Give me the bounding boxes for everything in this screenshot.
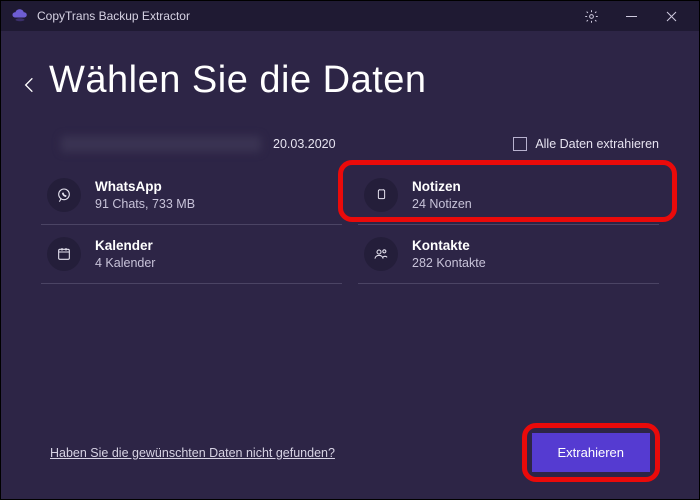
backup-meta-row: 20.03.2020 Alle Daten extrahieren [1,112,699,158]
settings-button[interactable] [571,1,611,31]
backup-date: 20.03.2020 [273,137,336,151]
backup-name-blurred [61,136,261,152]
item-detail: 4 Kalender [95,256,155,270]
data-item-contacts[interactable]: Kontakte 282 Kontakte [358,225,659,284]
data-item-notes[interactable]: Notizen 24 Notizen [358,166,659,225]
item-detail: 282 Kontakte [412,256,486,270]
item-label: Notizen [412,179,472,194]
footer: Haben Sie die gewünschten Daten nicht ge… [0,433,700,472]
item-detail: 91 Chats, 733 MB [95,197,195,211]
whatsapp-icon [47,178,81,212]
item-label: Kalender [95,238,155,253]
help-link[interactable]: Haben Sie die gewünschten Daten nicht ge… [50,446,335,460]
notes-icon [364,178,398,212]
contacts-icon [364,237,398,271]
titlebar: CopyTrans Backup Extractor [1,1,699,31]
item-label: WhatsApp [95,179,195,194]
item-detail: 24 Notizen [412,197,472,211]
select-all-checkbox[interactable]: Alle Daten extrahieren [513,137,659,151]
heading-row: Wählen Sie die Daten [1,31,699,112]
close-button[interactable] [651,1,691,31]
item-label: Kontakte [412,238,486,253]
app-logo-icon [11,7,29,25]
data-item-whatsapp[interactable]: WhatsApp 91 Chats, 733 MB [41,166,342,225]
data-item-calendar[interactable]: Kalender 4 Kalender [41,225,342,284]
extract-button[interactable]: Extrahieren [532,433,650,472]
minimize-button[interactable] [611,1,651,31]
checkbox-box-icon [513,137,527,151]
select-all-label: Alle Daten extrahieren [535,137,659,151]
calendar-icon [47,237,81,271]
page-title: Wählen Sie die Daten [49,59,427,102]
app-title: CopyTrans Backup Extractor [37,9,190,23]
data-grid: WhatsApp 91 Chats, 733 MB Kalender 4 Kal… [1,158,699,284]
back-button[interactable] [19,75,39,95]
